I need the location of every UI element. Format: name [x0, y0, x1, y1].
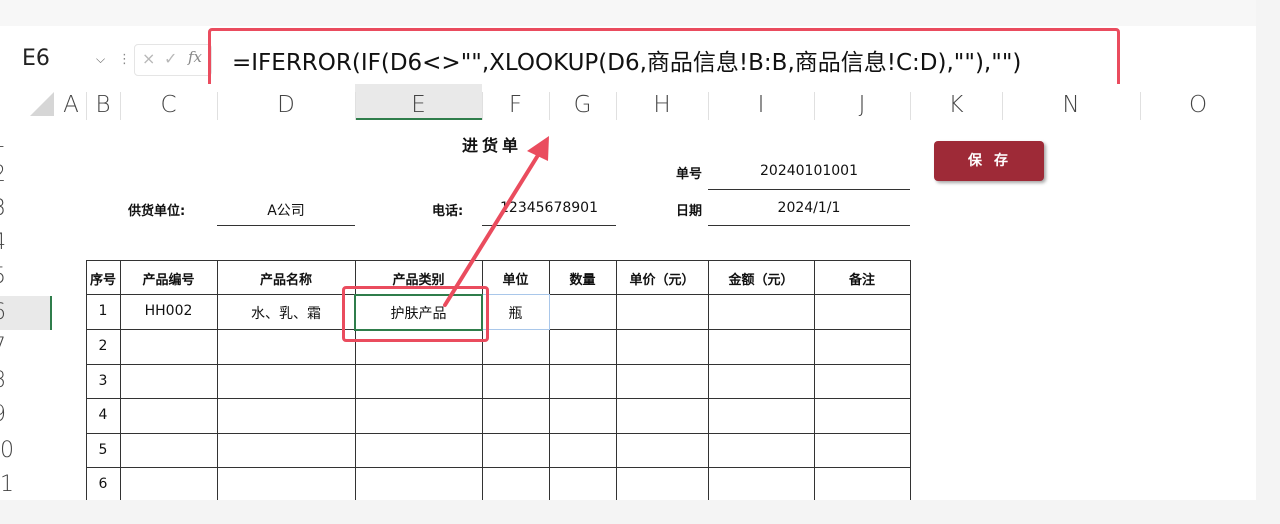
table-border [86, 364, 910, 365]
row-header-11[interactable]: 11 [0, 468, 30, 502]
column-header-b[interactable]: B [86, 84, 120, 120]
table-border [217, 260, 218, 500]
column-divider [1002, 92, 1003, 120]
header-amount: 金额（元） [728, 273, 794, 288]
date-underline [708, 225, 910, 226]
column-header-a[interactable]: A [56, 84, 86, 120]
column-divider [910, 92, 911, 120]
row-header-2[interactable]: 2 [0, 158, 36, 192]
header-product-name: 产品名称 [259, 273, 312, 288]
row-header-1[interactable]: 1 [0, 124, 36, 158]
order-number-underline [708, 189, 910, 190]
save-button[interactable]: 保存 [934, 141, 1044, 181]
bottom-margin [0, 500, 1280, 524]
header-unit-price: 单价（元） [629, 273, 695, 288]
row-header-3[interactable]: 3 [0, 192, 36, 226]
row-header-7[interactable]: 7 [0, 330, 36, 364]
table-border [86, 467, 910, 468]
insert-function-icon[interactable]: fx [188, 48, 202, 66]
table-cell[interactable]: 5 [86, 442, 120, 458]
row-header-10[interactable]: 10 [0, 434, 30, 468]
column-header-g[interactable]: G [549, 84, 616, 120]
column-divider [1140, 92, 1141, 120]
header-index: 序号 [89, 273, 116, 288]
header-quantity: 数量 [569, 273, 596, 288]
column-header-d[interactable]: D [217, 84, 355, 120]
cancel-icon[interactable]: × [142, 49, 155, 68]
row-header-8[interactable]: 8 [0, 364, 36, 398]
column-divider [549, 92, 550, 120]
table-cell[interactable]: 1 [86, 303, 120, 319]
column-header-i[interactable]: I [708, 84, 814, 120]
form-title: 进货单 [462, 136, 523, 155]
header-product-code: 产品编号 [142, 273, 195, 288]
table-cell[interactable]: 6 [86, 476, 120, 492]
select-all-corner[interactable] [30, 92, 54, 116]
date-label: 日期 [676, 204, 703, 219]
table-cell[interactable]: 4 [86, 407, 120, 423]
table-border [708, 260, 709, 500]
column-divider [814, 92, 815, 120]
supplier-value[interactable]: A公司 [217, 200, 355, 220]
right-margin [1256, 0, 1280, 524]
row-header-9[interactable]: 9 [0, 398, 36, 432]
table-cell[interactable]: HH002 [120, 303, 217, 319]
table-border [814, 260, 815, 500]
column-header-f[interactable]: F [482, 84, 549, 120]
row-header-5[interactable]: 5 [0, 260, 36, 294]
column-header-c[interactable]: C [120, 84, 217, 120]
supplier-underline [217, 225, 355, 226]
phone-label: 电话: [432, 204, 464, 219]
name-box[interactable]: E6 [22, 46, 50, 71]
chevron-down-icon[interactable]: ⌵ [96, 52, 105, 67]
column-header-h[interactable]: H [616, 84, 708, 120]
column-header-o[interactable]: O [1140, 84, 1256, 120]
column-divider [120, 92, 121, 120]
phone-value[interactable]: 12345678901 [482, 200, 616, 216]
header-remarks: 备注 [848, 273, 875, 288]
column-header-j[interactable]: J [814, 84, 910, 120]
row-header-4[interactable]: 4 [0, 226, 36, 260]
header-unit: 单位 [502, 273, 529, 288]
table-cell[interactable]: 2 [86, 338, 120, 354]
table-border [86, 433, 910, 434]
table-cell[interactable]: 瓶 [482, 303, 549, 323]
column-divider [482, 92, 483, 120]
phone-underline [482, 225, 616, 226]
table-cell[interactable]: 水、乳、霜 [217, 303, 355, 323]
table-border [120, 260, 121, 500]
table-border [86, 260, 910, 261]
column-divider [217, 92, 218, 120]
order-number-label: 单号 [676, 167, 703, 182]
table-border [910, 260, 911, 500]
spreadsheet-window: E6 ⌵ ⋮ × ✓ fx =IFERROR(IF(D6<>"",XLOOKUP… [0, 0, 1280, 524]
table-cell[interactable]: 3 [86, 373, 120, 389]
order-number-value[interactable]: 20240101001 [708, 163, 910, 179]
column-divider [708, 92, 709, 120]
column-header-n[interactable]: N [1002, 84, 1140, 120]
column-divider [86, 92, 87, 120]
column-header-k[interactable]: K [910, 84, 1002, 120]
date-value[interactable]: 2024/1/1 [708, 200, 910, 216]
table-border [86, 398, 910, 399]
top-margin [0, 0, 1280, 26]
column-divider [355, 92, 356, 120]
more-options-icon[interactable]: ⋮ [118, 52, 131, 67]
row-header-6[interactable]: 6 [0, 296, 52, 330]
cell-highlight-box [342, 286, 489, 342]
column-header-e[interactable]: E [355, 84, 482, 120]
confirm-icon[interactable]: ✓ [164, 49, 177, 68]
table-border [616, 260, 617, 500]
column-divider [616, 92, 617, 120]
supplier-label: 供货单位: [128, 204, 186, 219]
